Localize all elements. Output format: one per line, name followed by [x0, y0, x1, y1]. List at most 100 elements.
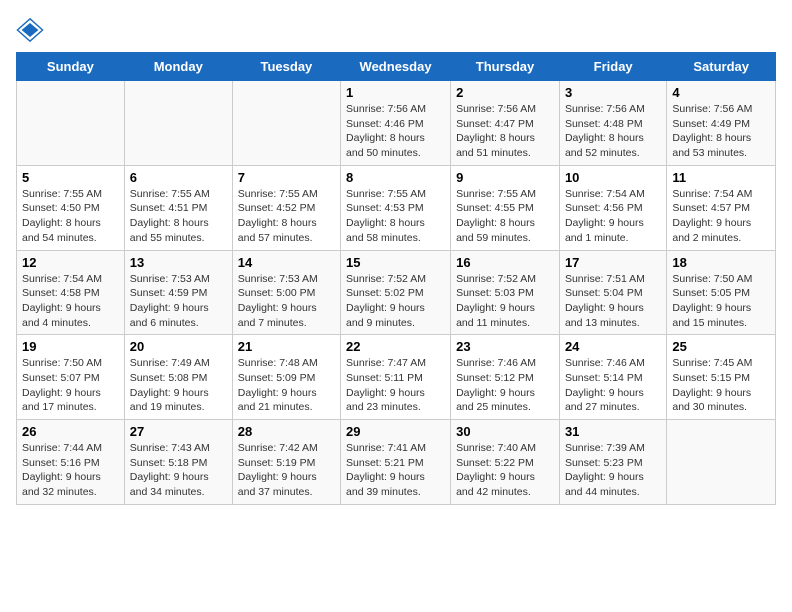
- day-number: 26: [22, 424, 119, 439]
- day-info: Sunrise: 7:46 AMSunset: 5:12 PMDaylight:…: [456, 356, 554, 415]
- weekday-header-row: SundayMondayTuesdayWednesdayThursdayFrid…: [17, 53, 776, 81]
- calendar-cell: 18Sunrise: 7:50 AMSunset: 5:05 PMDayligh…: [667, 250, 776, 335]
- calendar-week-row: 19 Sunrise: 7:50 AMSunset: 5:07 PMDayligh…: [17, 335, 776, 420]
- weekday-header: Wednesday: [341, 53, 451, 81]
- day-info: Sunrise: 7:54 AMSunset: 4:58 PMDaylight:…: [22, 272, 119, 331]
- calendar-cell: [124, 81, 232, 166]
- calendar-cell: [17, 81, 125, 166]
- day-info: Sunrise: 7:47 AMSunset: 5:11 PMDaylight:…: [346, 356, 445, 415]
- day-info: Sunrise: 7:42 AMSunset: 5:19 PMDaylight:…: [238, 441, 335, 500]
- day-number: 30: [456, 424, 554, 439]
- day-info: Sunrise: 7:55 AMSunset: 4:52 PMDaylight:…: [238, 187, 335, 246]
- day-number: 28: [238, 424, 335, 439]
- calendar-cell: 21Sunrise: 7:48 AMSunset: 5:09 PMDayligh…: [232, 335, 340, 420]
- calendar-cell: 1 Sunrise: 7:56 AMSunset: 4:46 PMDaylight…: [341, 81, 451, 166]
- day-info: Sunrise: 7:54 AMSunset: 4:57 PMDaylight:…: [672, 187, 770, 246]
- day-info: Sunrise: 7:43 AMSunset: 5:18 PMDaylight:…: [130, 441, 227, 500]
- calendar-cell: 31Sunrise: 7:39 AMSunset: 5:23 PMDayligh…: [559, 420, 666, 505]
- day-number: 17: [565, 255, 661, 270]
- day-number: 5: [22, 170, 119, 185]
- day-info: Sunrise: 7:44 AMSunset: 5:16 PMDaylight:…: [22, 441, 119, 500]
- calendar-cell: 2 Sunrise: 7:56 AMSunset: 4:47 PMDaylight…: [451, 81, 560, 166]
- calendar-cell: [232, 81, 340, 166]
- day-number: 7: [238, 170, 335, 185]
- calendar-cell: 6 Sunrise: 7:55 AMSunset: 4:51 PMDaylight…: [124, 165, 232, 250]
- day-number: 20: [130, 339, 227, 354]
- day-info: Sunrise: 7:55 AMSunset: 4:53 PMDaylight:…: [346, 187, 445, 246]
- day-number: 6: [130, 170, 227, 185]
- weekday-header: Friday: [559, 53, 666, 81]
- calendar-cell: 15 Sunrise: 7:52 AMSunset: 5:02 PMDayligh…: [341, 250, 451, 335]
- day-number: 31: [565, 424, 661, 439]
- day-number: 11: [672, 170, 770, 185]
- day-number: 16: [456, 255, 554, 270]
- day-number: 1: [346, 85, 445, 100]
- calendar-cell: 3 Sunrise: 7:56 AMSunset: 4:48 PMDaylight…: [559, 81, 666, 166]
- calendar-cell: 30 Sunrise: 7:40 AMSunset: 5:22 PMDayligh…: [451, 420, 560, 505]
- day-info: Sunrise: 7:56 AMSunset: 4:46 PMDaylight:…: [346, 102, 445, 161]
- weekday-header: Thursday: [451, 53, 560, 81]
- day-info: Sunrise: 7:52 AMSunset: 5:03 PMDaylight:…: [456, 272, 554, 331]
- day-number: 19: [22, 339, 119, 354]
- calendar-cell: 26 Sunrise: 7:44 AMSunset: 5:16 PMDayligh…: [17, 420, 125, 505]
- day-info: Sunrise: 7:40 AMSunset: 5:22 PMDaylight:…: [456, 441, 554, 500]
- calendar-cell: 14 Sunrise: 7:53 AMSunset: 5:00 PMDayligh…: [232, 250, 340, 335]
- day-info: Sunrise: 7:50 AMSunset: 5:07 PMDaylight:…: [22, 356, 119, 415]
- day-info: Sunrise: 7:56 AMSunset: 4:48 PMDaylight:…: [565, 102, 661, 161]
- calendar-cell: 27 Sunrise: 7:43 AMSunset: 5:18 PMDayligh…: [124, 420, 232, 505]
- calendar-week-row: 5 Sunrise: 7:55 AMSunset: 4:50 PMDaylight…: [17, 165, 776, 250]
- calendar-cell: 28 Sunrise: 7:42 AMSunset: 5:19 PMDayligh…: [232, 420, 340, 505]
- day-number: 13: [130, 255, 227, 270]
- calendar-cell: 16 Sunrise: 7:52 AMSunset: 5:03 PMDayligh…: [451, 250, 560, 335]
- day-info: Sunrise: 7:49 AMSunset: 5:08 PMDaylight:…: [130, 356, 227, 415]
- calendar-cell: 11 Sunrise: 7:54 AMSunset: 4:57 PMDayligh…: [667, 165, 776, 250]
- calendar-cell: 20 Sunrise: 7:49 AMSunset: 5:08 PMDayligh…: [124, 335, 232, 420]
- calendar-cell: 24 Sunrise: 7:46 AMSunset: 5:14 PMDayligh…: [559, 335, 666, 420]
- day-info: Sunrise: 7:46 AMSunset: 5:14 PMDaylight:…: [565, 356, 661, 415]
- day-info: Sunrise: 7:52 AMSunset: 5:02 PMDaylight:…: [346, 272, 445, 331]
- day-number: 27: [130, 424, 227, 439]
- logo-icon: [16, 16, 44, 44]
- calendar-cell: 12 Sunrise: 7:54 AMSunset: 4:58 PMDayligh…: [17, 250, 125, 335]
- day-number: 12: [22, 255, 119, 270]
- weekday-header: Monday: [124, 53, 232, 81]
- day-number: 25: [672, 339, 770, 354]
- day-info: Sunrise: 7:53 AMSunset: 5:00 PMDaylight:…: [238, 272, 335, 331]
- calendar-cell: [667, 420, 776, 505]
- calendar-week-row: 1 Sunrise: 7:56 AMSunset: 4:46 PMDaylight…: [17, 81, 776, 166]
- day-number: 23: [456, 339, 554, 354]
- calendar-cell: 9Sunrise: 7:55 AMSunset: 4:55 PMDaylight…: [451, 165, 560, 250]
- calendar-week-row: 12 Sunrise: 7:54 AMSunset: 4:58 PMDayligh…: [17, 250, 776, 335]
- day-info: Sunrise: 7:54 AMSunset: 4:56 PMDaylight:…: [565, 187, 661, 246]
- logo: [16, 16, 48, 44]
- calendar-table: SundayMondayTuesdayWednesdayThursdayFrid…: [16, 52, 776, 505]
- day-number: 3: [565, 85, 661, 100]
- day-number: 2: [456, 85, 554, 100]
- weekday-header: Tuesday: [232, 53, 340, 81]
- calendar-cell: 13Sunrise: 7:53 AMSunset: 4:59 PMDayligh…: [124, 250, 232, 335]
- weekday-header: Saturday: [667, 53, 776, 81]
- day-info: Sunrise: 7:48 AMSunset: 5:09 PMDaylight:…: [238, 356, 335, 415]
- day-info: Sunrise: 7:56 AMSunset: 4:47 PMDaylight:…: [456, 102, 554, 161]
- calendar-cell: 23 Sunrise: 7:46 AMSunset: 5:12 PMDayligh…: [451, 335, 560, 420]
- day-number: 15: [346, 255, 445, 270]
- day-info: Sunrise: 7:55 AMSunset: 4:51 PMDaylight:…: [130, 187, 227, 246]
- calendar-cell: 8 Sunrise: 7:55 AMSunset: 4:53 PMDaylight…: [341, 165, 451, 250]
- day-number: 4: [672, 85, 770, 100]
- calendar-cell: 4Sunrise: 7:56 AMSunset: 4:49 PMDaylight…: [667, 81, 776, 166]
- day-number: 24: [565, 339, 661, 354]
- calendar-cell: 17 Sunrise: 7:51 AMSunset: 5:04 PMDayligh…: [559, 250, 666, 335]
- calendar-cell: 5 Sunrise: 7:55 AMSunset: 4:50 PMDaylight…: [17, 165, 125, 250]
- day-number: 14: [238, 255, 335, 270]
- calendar-cell: 10Sunrise: 7:54 AMSunset: 4:56 PMDayligh…: [559, 165, 666, 250]
- day-info: Sunrise: 7:55 AMSunset: 4:50 PMDaylight:…: [22, 187, 119, 246]
- calendar-week-row: 26 Sunrise: 7:44 AMSunset: 5:16 PMDayligh…: [17, 420, 776, 505]
- day-info: Sunrise: 7:45 AMSunset: 5:15 PMDaylight:…: [672, 356, 770, 415]
- calendar-cell: 22 Sunrise: 7:47 AMSunset: 5:11 PMDayligh…: [341, 335, 451, 420]
- day-info: Sunrise: 7:51 AMSunset: 5:04 PMDaylight:…: [565, 272, 661, 331]
- calendar-cell: 29Sunrise: 7:41 AMSunset: 5:21 PMDayligh…: [341, 420, 451, 505]
- day-number: 8: [346, 170, 445, 185]
- day-number: 22: [346, 339, 445, 354]
- day-number: 18: [672, 255, 770, 270]
- page-header: [16, 16, 776, 44]
